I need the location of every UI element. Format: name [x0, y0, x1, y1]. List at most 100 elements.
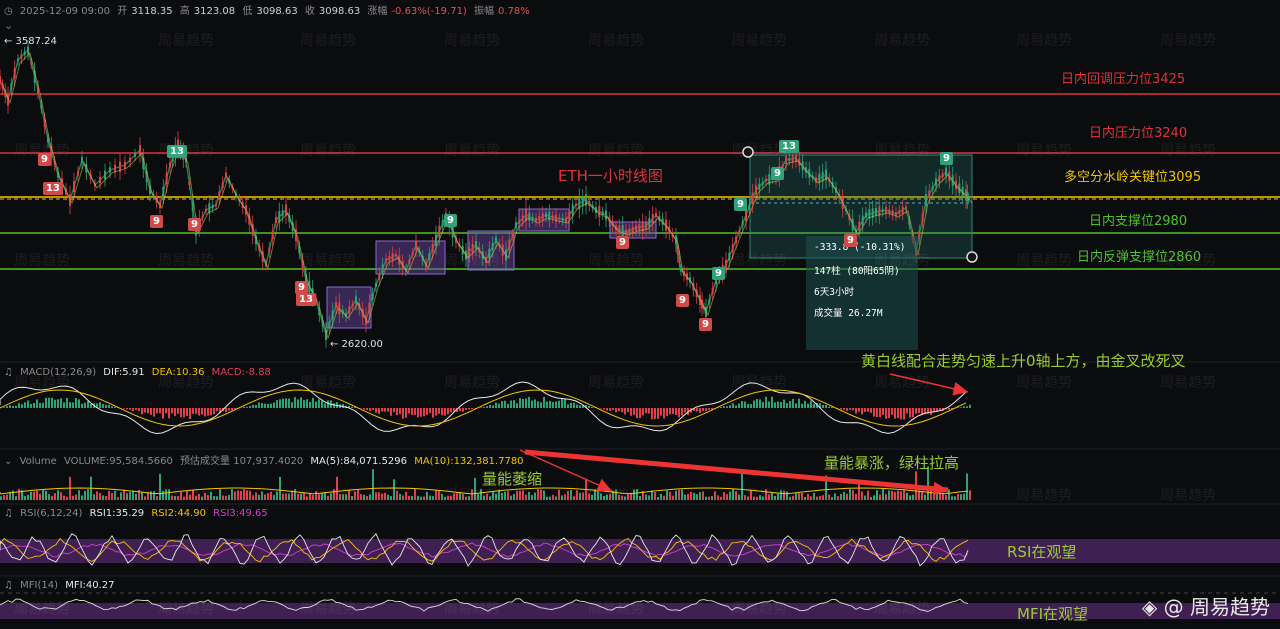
macd-histogram-bar [588, 406, 590, 408]
price-chart-canvas[interactable] [0, 0, 1280, 629]
bell-icon[interactable]: ♫ [4, 580, 13, 591]
low-price-marker: ← 2620.00 [330, 339, 383, 350]
rsi-title: RSI(6,12,24) [20, 508, 83, 519]
candle-body [931, 186, 934, 190]
macd-histogram-bar [522, 399, 524, 408]
macd-histogram-bar [303, 400, 305, 408]
macd-histogram-bar [429, 408, 431, 414]
close-value: 3098.63 [318, 6, 361, 17]
td-badge: 9 [734, 198, 747, 211]
macd-histogram-bar [288, 398, 290, 408]
td-badge: 13 [43, 182, 63, 195]
chevron-icon[interactable]: ⌄ [4, 456, 12, 467]
td-badge: 13 [296, 293, 316, 306]
macd-header: ♫ MACD(12,26,9) DIF:5.91 DEA:10.36 MACD:… [4, 367, 404, 383]
low-label: 低 [242, 6, 253, 17]
volume-bar [705, 496, 707, 500]
macd-histogram-bar [327, 400, 329, 408]
high-price-marker: ← 3587.24 [4, 36, 57, 47]
candle-body [861, 215, 864, 226]
macd-histogram-bar [411, 408, 413, 416]
macd-histogram-bar [930, 408, 932, 415]
volume-bar [18, 489, 20, 500]
candle-body [225, 172, 227, 178]
candle-body [348, 306, 351, 314]
volume-bar [702, 491, 704, 500]
candle-body [738, 230, 741, 234]
chart-workspace[interactable] [0, 0, 1280, 629]
volume-bar [120, 492, 122, 500]
volume-bar [684, 494, 686, 500]
volume-bar [537, 489, 539, 500]
volume-ma10: MA(10):132,381.7780 [414, 456, 524, 467]
macd-histogram-bar [609, 408, 611, 411]
volume-bar [795, 493, 797, 500]
level-label-3240: 日内压力位3240 [1089, 126, 1188, 141]
volume-bar [216, 496, 218, 500]
macd-histogram-bar [570, 402, 572, 408]
expand-icon[interactable]: ⌄ [4, 20, 16, 32]
volume-bar [150, 491, 152, 500]
macd-histogram-bar [153, 408, 155, 417]
volume-bar [129, 492, 131, 500]
volume-bar [900, 491, 902, 500]
macd-histogram-bar [438, 408, 440, 414]
candle-body [475, 241, 477, 250]
change-value: -0.63%(-19.71) [391, 6, 467, 17]
volume-bar [354, 491, 356, 500]
candle-body [638, 224, 641, 231]
macd-histogram-bar [396, 408, 398, 415]
macd-histogram-bar [168, 408, 170, 419]
macd-histogram-bar [369, 408, 371, 412]
macd-histogram-bar [165, 408, 167, 414]
macd-histogram-bar [81, 403, 83, 408]
macd-histogram-bar [111, 406, 113, 408]
macd-histogram-bar [312, 397, 314, 408]
candle-body [598, 205, 601, 218]
volume-bar [255, 492, 257, 500]
volume-bar [78, 490, 80, 500]
candle-body [488, 248, 491, 258]
candle-body [925, 194, 927, 206]
candle-body [188, 181, 191, 186]
volume-bar [300, 493, 302, 500]
macd-histogram-bar [621, 408, 623, 412]
macd-histogram-bar [696, 408, 698, 412]
candle-body [918, 231, 921, 239]
volume-bar [72, 495, 74, 500]
volume-bar [429, 495, 431, 500]
volume-bar [690, 491, 692, 500]
volume-bar [432, 496, 434, 500]
macd-histogram-bar [9, 405, 11, 408]
candle-body [431, 244, 434, 253]
macd-histogram-bar [579, 405, 581, 408]
candle-body [139, 145, 141, 155]
volume-bar [381, 493, 383, 500]
bell-icon[interactable]: ♫ [4, 508, 13, 519]
candle-body [23, 51, 26, 56]
volume-bar [189, 494, 191, 500]
volume-bar [447, 495, 449, 500]
volume-bar [489, 496, 491, 500]
volume-bar [753, 496, 755, 500]
macd-histogram-bar [498, 403, 500, 408]
macd-histogram-bar [906, 408, 908, 414]
candle-body [731, 244, 734, 253]
candle-body [858, 221, 861, 231]
macd-histogram-bar [246, 407, 248, 408]
macd-histogram-bar [324, 403, 326, 408]
macd-histogram-bar [108, 404, 110, 408]
candle-body [898, 210, 901, 214]
volume-bar [318, 494, 320, 500]
volume-bar [558, 489, 560, 500]
volume-bar [366, 496, 368, 500]
volume-bar [621, 495, 623, 500]
volume-bar [60, 492, 62, 500]
volume-bar [282, 493, 284, 500]
volume-bar [507, 491, 509, 500]
volume-bar [477, 494, 479, 500]
volume-bar [501, 492, 503, 500]
macd-histogram-bar [363, 408, 365, 410]
open-value: 3118.35 [131, 6, 173, 17]
bell-icon[interactable]: ♫ [4, 367, 13, 378]
